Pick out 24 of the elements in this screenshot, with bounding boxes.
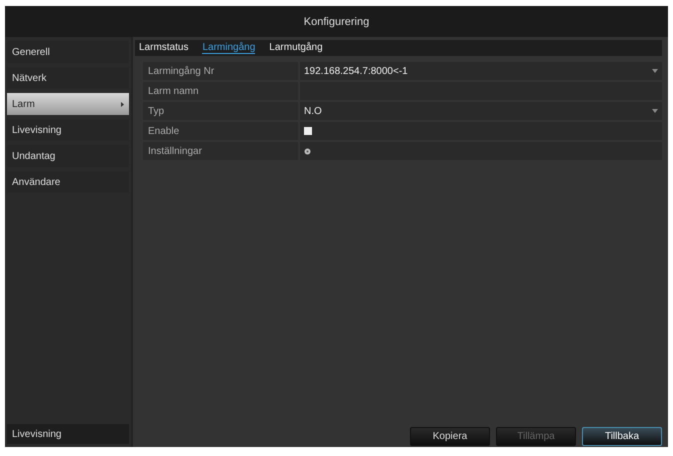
- sidebar-item[interactable]: Generell: [7, 41, 129, 63]
- dropdown-caret-icon: [652, 109, 658, 113]
- field-label: Inställningar: [143, 142, 298, 160]
- dropdown-field[interactable]: 192.168.254.7:8000<-1: [300, 62, 662, 80]
- tab[interactable]: Larmingång: [202, 42, 256, 54]
- sidebar-item[interactable]: Larm: [7, 93, 129, 115]
- sidebar-item[interactable]: Undantag: [7, 145, 129, 167]
- field-label: Enable: [143, 122, 298, 140]
- field-label: Larmingång Nr: [143, 62, 298, 80]
- sidebar-item[interactable]: Nätverk: [7, 67, 129, 89]
- chevron-right-icon: [121, 102, 124, 106]
- live-view-button[interactable]: Livevisning: [7, 424, 129, 444]
- sidebar-item[interactable]: Användare: [7, 171, 129, 193]
- dropdown-caret-icon: [652, 69, 658, 73]
- action-button[interactable]: Tillbaka: [582, 427, 662, 446]
- dropdown-field[interactable]: N.O: [300, 102, 662, 120]
- checkbox[interactable]: [304, 127, 312, 135]
- sidebar-item[interactable]: Livevisning: [7, 119, 129, 141]
- field-label: Larm namn: [143, 82, 298, 100]
- action-button[interactable]: Kopiera: [410, 427, 490, 446]
- tab[interactable]: Larmstatus: [139, 42, 188, 54]
- tab[interactable]: Larmutgång: [269, 42, 323, 54]
- field-label: Typ: [143, 102, 298, 120]
- window-title: Konfigurering: [5, 6, 668, 37]
